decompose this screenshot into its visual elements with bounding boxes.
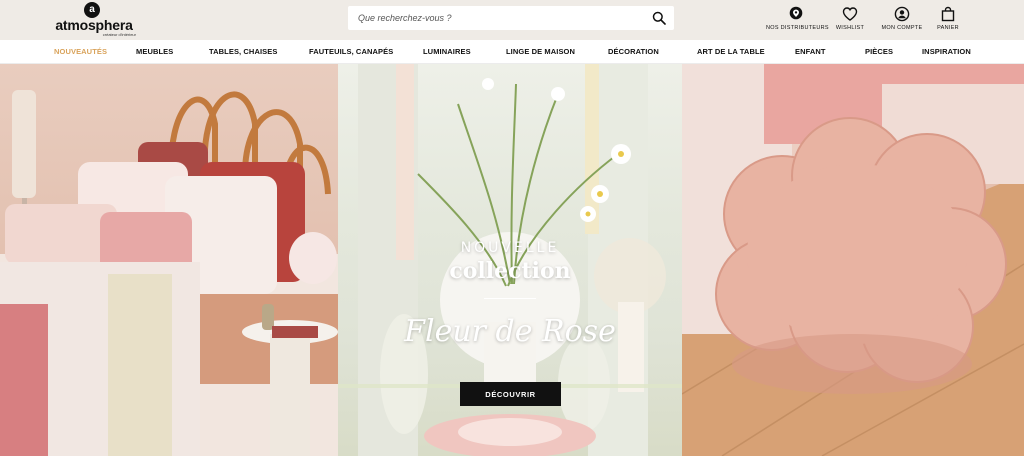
hero-image-collection: NOUVELLE collection Fleur de Rose DÉCOUV… xyxy=(338,64,682,456)
nos-distributeurs-link[interactable]: NOS DISTRIBUTEURS xyxy=(766,6,829,34)
main-navigation: NOUVEAUTÉS MEUBLES TABLES, CHAISES FAUTE… xyxy=(0,40,1024,64)
user-icon xyxy=(894,6,910,22)
nav-item-decoration[interactable]: DÉCORATION xyxy=(608,47,659,56)
nav-item-enfant[interactable]: ENFANT xyxy=(795,47,826,56)
wishlist-label: WISHLIST xyxy=(835,25,865,31)
bag-icon xyxy=(941,6,955,22)
hero-image-pouf xyxy=(682,64,1024,456)
panier-link[interactable]: PANIER xyxy=(918,6,978,34)
hero-subtitle: Fleur de Rose xyxy=(404,314,616,349)
search-icon xyxy=(652,11,666,25)
hero-banner[interactable]: NOUVELLE collection Fleur de Rose DÉCOUV… xyxy=(0,64,1024,456)
nav-item-nouveautes[interactable]: NOUVEAUTÉS xyxy=(54,47,107,56)
hero-image-bedroom xyxy=(0,64,338,456)
search-bar xyxy=(348,6,674,30)
logo-tagline: créateur d'intérieur xyxy=(102,32,136,37)
nav-item-tables-chaises[interactable]: TABLES, CHAISES xyxy=(209,47,277,56)
hero-eyebrow: NOUVELLE xyxy=(460,240,560,256)
nav-item-art-de-la-table[interactable]: ART DE LA TABLE xyxy=(697,47,765,56)
search-button[interactable] xyxy=(652,11,666,25)
nav-item-meubles[interactable]: MEUBLES xyxy=(136,47,173,56)
atmosphera-logo[interactable]: a atmosphera créateur d'intérieur xyxy=(52,2,136,38)
hero-title: collection xyxy=(449,258,571,284)
logo-wordmark: atmosphera xyxy=(55,17,133,33)
nav-item-linge-de-maison[interactable]: LINGE DE MAISON xyxy=(506,47,575,56)
top-header: a atmosphera créateur d'intérieur NOS DI… xyxy=(0,0,1024,40)
bedroom-illustration xyxy=(0,90,338,456)
panier-label: PANIER xyxy=(937,25,959,31)
heart-icon xyxy=(842,7,858,21)
flower-pouf-illustration xyxy=(682,64,1024,456)
decouvrir-button[interactable]: DÉCOUVRIR xyxy=(460,382,561,406)
nav-item-pieces[interactable]: PIÈCES xyxy=(865,47,893,56)
nav-item-inspiration[interactable]: INSPIRATION xyxy=(922,47,971,56)
wishlist-link[interactable]: WISHLIST xyxy=(820,6,880,34)
search-input[interactable] xyxy=(348,6,638,30)
nav-item-luminaires[interactable]: LUMINAIRES xyxy=(423,47,471,56)
nav-item-fauteuils-canapes[interactable]: FAUTEUILS, CANAPÉS xyxy=(309,47,393,56)
logo-mark: a xyxy=(84,2,100,18)
nos-distributeurs-label: NOS DISTRIBUTEURS xyxy=(766,25,829,31)
hero-divider xyxy=(484,298,536,299)
location-pin-icon xyxy=(789,6,803,20)
